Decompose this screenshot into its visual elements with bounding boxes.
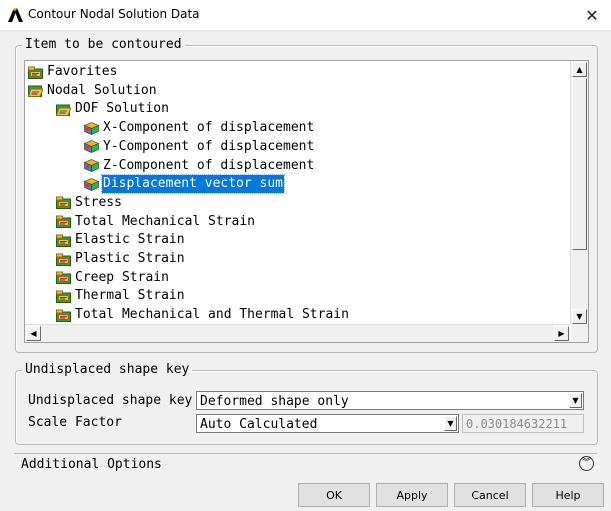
tree-item[interactable]: Displacement vector sum [83,174,286,195]
help-button[interactable]: Help [532,483,604,507]
folder-closed-icon [56,234,71,247]
item-group-legend: Item to be contoured [22,38,185,52]
tree-item[interactable]: Total Mechanical and Thermal Strain [56,306,350,324]
additional-options-label: Additional Options [21,457,162,472]
cube-icon [83,177,100,191]
chevron-down-icon[interactable]: ▼ [569,393,582,408]
folder-closed-icon [56,290,71,303]
tree-item-label: Total Mechanical and Thermal Strain [75,307,349,323]
close-button[interactable]: ✕ [573,0,611,30]
ok-button[interactable]: OK [298,483,370,507]
scroll-down-arrow-icon[interactable]: ▼ [572,309,587,324]
tree-item-label: Thermal Strain [75,288,185,304]
expand-icon[interactable]: ︾ [579,456,594,471]
tree-item[interactable]: Elastic Strain [56,231,186,249]
scale-factor-input[interactable]: 0.030184632211 [462,414,584,433]
folder-open-icon [55,103,72,116]
folder-closed-icon [56,196,71,210]
additional-options-section[interactable]: Additional Options ︾ [14,453,597,476]
vertical-scrollbar[interactable]: ▲ ▼ [570,61,588,325]
tree-item[interactable]: X-Component of displacement [83,119,315,137]
tree-item-label: Z-Component of displacement [103,157,315,173]
folder-closed-icon [56,271,71,285]
tree-item-label: Y-Component of displacement [103,138,315,154]
tree-item-label: Displacement vector sum [100,174,286,195]
tree-item[interactable]: Stress [56,194,123,212]
tree-item[interactable]: Plastic Strain [56,250,186,268]
shape-key-label: Undisplaced shape key [28,393,193,408]
scroll-left-arrow-icon[interactable]: ◀ [26,326,41,341]
tree-item[interactable]: Nodal Solution [27,82,158,100]
tree-item[interactable]: Total Mechanical Strain [56,213,256,231]
apply-button[interactable]: Apply [376,483,448,507]
tree-item-label: Stress [75,194,122,210]
folder-open-icon [27,84,44,98]
scroll-right-arrow-icon[interactable]: ▶ [554,326,569,341]
title-bar: Contour Nodal Solution Data ✕ [0,0,611,31]
undisplaced-group-legend: Undisplaced shape key [22,363,193,377]
scroll-up-arrow-icon[interactable]: ▲ [572,62,587,77]
cube-icon [83,159,100,172]
tree-rows: Favorites Nodal Solution DOF Solution X-Com… [25,63,570,325]
cube-icon [83,140,100,154]
cube-icon [83,121,100,135]
shape-key-select[interactable]: Deformed shape only ▼ [196,391,584,410]
scale-factor-mode-value: Auto Calculated [200,417,318,432]
tree-item[interactable]: Y-Component of displacement [83,138,315,156]
scale-factor-label: Scale Factor [28,415,122,430]
tree-item-label: Favorites [47,64,118,79]
tree-item-label: Nodal Solution [47,82,157,98]
scale-factor-value: 0.030184632211 [466,417,568,431]
close-icon: ✕ [585,5,599,25]
cancel-button[interactable]: Cancel [454,483,526,507]
item-tree[interactable]: Favorites Nodal Solution DOF Solution X-Com… [24,60,589,343]
tree-item-label: Total Mechanical Strain [75,213,256,229]
tree-item[interactable]: DOF Solution [55,100,170,118]
folder-closed-icon [28,66,43,79]
tree-item-label: Creep Strain [75,269,169,285]
scroll-corner [571,325,588,342]
folder-closed-icon [56,253,71,266]
ansys-logo-icon [8,8,23,22]
vertical-scroll-thumb[interactable] [572,78,587,250]
folder-closed-icon [56,215,71,229]
tree-item[interactable]: Z-Component of displacement [83,157,315,175]
folder-closed-icon [56,309,71,322]
chevron-down-icon[interactable]: ▼ [444,416,457,431]
tree-item-label: Elastic Strain [75,232,185,248]
tree-item[interactable]: Creep Strain [56,269,170,287]
shape-key-value: Deformed shape only [200,394,349,409]
tree-item[interactable]: Favorites [28,63,118,81]
tree-item-label: X-Component of displacement [103,120,315,136]
horizontal-scrollbar[interactable]: ◀ ▶ [25,324,570,342]
tree-item[interactable]: Thermal Strain [56,287,186,305]
window-title: Contour Nodal Solution Data [28,7,200,21]
scale-factor-mode-select[interactable]: Auto Calculated ▼ [196,414,459,433]
tree-item-label: Plastic Strain [75,251,185,266]
tree-item-label: DOF Solution [75,101,169,117]
